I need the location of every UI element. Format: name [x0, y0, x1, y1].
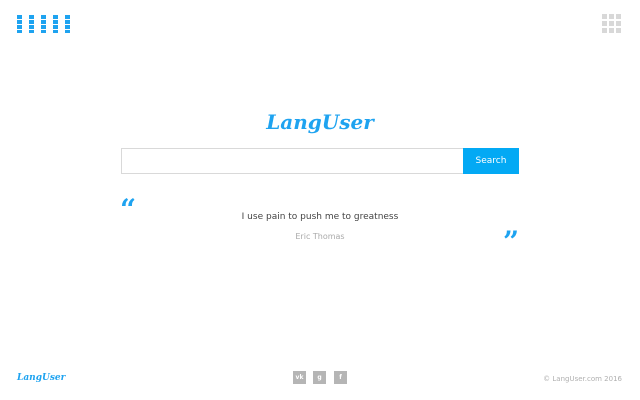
search-button[interactable]: Search: [463, 148, 519, 174]
facebook-icon[interactable]: f: [334, 371, 347, 384]
grid-dot: [609, 21, 614, 26]
copyright-text: © LangUser.com 2016: [543, 375, 622, 383]
bar-segment: [17, 15, 22, 33]
footer-logo[interactable]: LangUser: [17, 372, 65, 384]
grid-dot: [616, 28, 621, 33]
search-input[interactable]: [121, 148, 467, 174]
quote-text: I use pain to push me to greatness: [241, 212, 399, 222]
bars-menu-icon[interactable]: [17, 15, 73, 33]
bar-segment: [41, 15, 46, 33]
site-logo[interactable]: LangUser: [0, 108, 640, 136]
grid-dot: [602, 28, 607, 33]
bar-segment: [65, 15, 70, 33]
grid-dot: [602, 21, 607, 26]
bar-segment: [53, 15, 58, 33]
grid-dot: [616, 14, 621, 19]
google-icon[interactable]: g: [313, 371, 326, 384]
bar-segment: [29, 15, 34, 33]
vk-icon[interactable]: vk: [293, 371, 306, 384]
close-quote-icon: ”: [503, 228, 520, 248]
grid-dot: [609, 14, 614, 19]
grid-dot: [602, 14, 607, 19]
grid-dot: [609, 28, 614, 33]
quote-author: Eric Thomas: [295, 232, 345, 241]
grid-dot: [616, 21, 621, 26]
app-grid-icon[interactable]: [602, 14, 622, 34]
